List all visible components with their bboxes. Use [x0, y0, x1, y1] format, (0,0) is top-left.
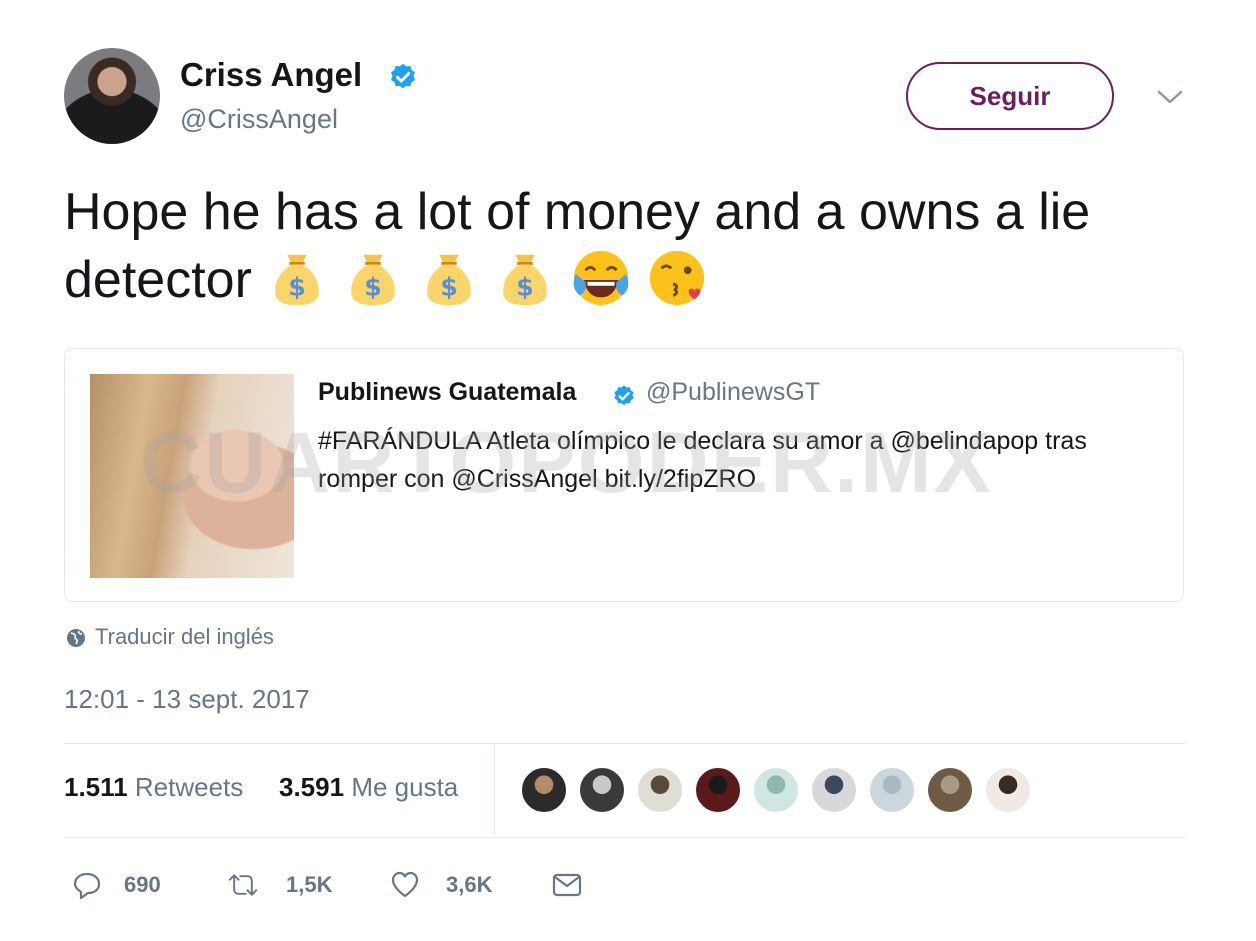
- verified-badge-icon: [391, 63, 415, 89]
- like-count[interactable]: 3,6K: [446, 872, 492, 898]
- heart-icon[interactable]: [390, 870, 420, 900]
- retweet-count[interactable]: 1,5K: [286, 872, 332, 898]
- quoted-author-name[interactable]: Publinews Guatemala: [318, 378, 576, 407]
- reply-icon[interactable]: [72, 870, 102, 900]
- globe-icon: [67, 629, 85, 647]
- liker-avatar[interactable]: [810, 766, 858, 814]
- stats-divider: [494, 744, 495, 836]
- follow-button[interactable]: Seguir: [906, 62, 1114, 130]
- money-bag-icon: $: [418, 247, 480, 309]
- money-bag-icon: $: [494, 247, 556, 309]
- retweets-count: 1.511: [64, 772, 128, 802]
- money-bag-icon: $: [266, 247, 328, 309]
- translate-link[interactable]: Traducir del inglés: [95, 624, 274, 650]
- face-blowing-kiss-icon: [646, 247, 708, 309]
- verified-badge-icon: [614, 385, 634, 406]
- retweet-icon[interactable]: [228, 870, 258, 900]
- svg-text:$: $: [365, 272, 383, 301]
- likes-label: Me gusta: [351, 772, 459, 802]
- likes-count: 3.591: [279, 772, 345, 802]
- watermark: CUARTOPODER.MX: [140, 415, 994, 511]
- emoji-row: $ $ $ $: [266, 250, 722, 309]
- author-name[interactable]: Criss Angel: [180, 56, 362, 94]
- liker-avatar[interactable]: [520, 766, 568, 814]
- divider: [64, 837, 1186, 838]
- tweet-timestamp[interactable]: 12:01 - 13 sept. 2017: [64, 684, 310, 715]
- liker-avatar[interactable]: [868, 766, 916, 814]
- liker-avatar[interactable]: [694, 766, 742, 814]
- liker-avatar[interactable]: [926, 766, 974, 814]
- liker-avatar[interactable]: [752, 766, 800, 814]
- money-bag-icon: $: [342, 247, 404, 309]
- author-handle[interactable]: @CrissAngel: [180, 104, 338, 135]
- likes-stat[interactable]: 3.591 Me gusta: [279, 772, 458, 803]
- svg-text:$: $: [289, 272, 307, 301]
- retweets-stat[interactable]: 1.511 Retweets: [64, 772, 243, 803]
- retweets-label: Retweets: [134, 772, 244, 802]
- liker-avatar[interactable]: [636, 766, 684, 814]
- quoted-author-handle[interactable]: @PublinewsGT: [646, 378, 820, 407]
- liker-avatar[interactable]: [984, 766, 1032, 814]
- liker-avatar[interactable]: [578, 766, 626, 814]
- svg-text:$: $: [441, 272, 459, 301]
- direct-message-icon[interactable]: [552, 870, 582, 900]
- tweet-text: Hope he has a lot of money and a owns a …: [64, 178, 1204, 314]
- divider: [64, 743, 1186, 744]
- svg-text:$: $: [517, 272, 535, 301]
- reply-count[interactable]: 690: [124, 872, 161, 898]
- face-with-tears-of-joy-icon: [570, 247, 632, 309]
- author-avatar[interactable]: [64, 48, 160, 144]
- chevron-down-icon[interactable]: [1156, 86, 1184, 108]
